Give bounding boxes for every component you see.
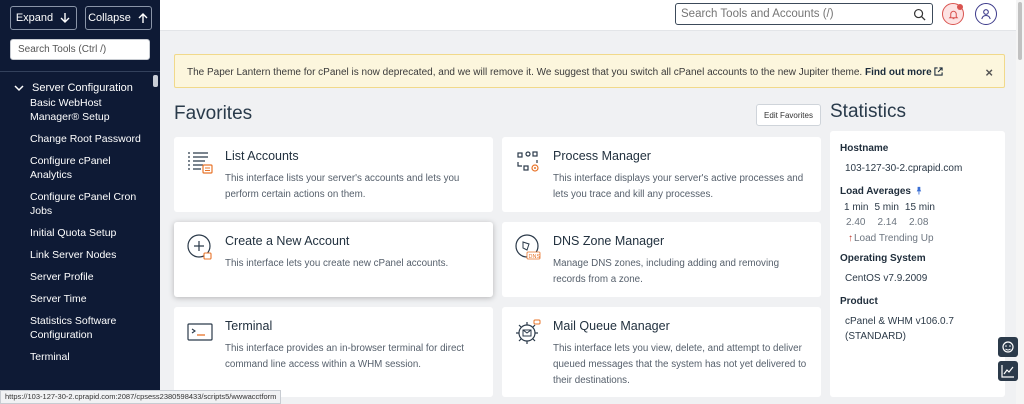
favorite-card-list-accounts[interactable]: List Accounts This interface lists your …	[174, 137, 493, 212]
support-icon	[1002, 341, 1014, 353]
os-value: CentOS v7.9.2009	[845, 273, 928, 284]
card-description: This interface lets you create new cPane…	[225, 258, 449, 269]
notifications-button[interactable]	[942, 3, 964, 25]
favorite-card-process-manager[interactable]: Process Manager This interface displays …	[502, 137, 821, 212]
card-title: DNS Zone Manager	[553, 234, 665, 248]
statistics-panel: Hostname 103-127-30-2.cprapid.com Load A…	[830, 131, 1005, 397]
sidebar-list: Server Configuration Basic WebHost Manag…	[0, 80, 152, 372]
bell-icon	[948, 10, 958, 19]
user-icon	[981, 9, 991, 20]
card-description: This interface lets you view, delete, an…	[553, 343, 807, 386]
banner-message: The Paper Lantern theme for cPanel is no…	[187, 67, 863, 78]
sidebar-item-configure-cpanel-analytics[interactable]: Configure cPanel Analytics	[0, 154, 152, 182]
load-values: 2.40 2.14 2.08	[846, 217, 928, 228]
sidebar-item-server-profile[interactable]: Server Profile	[0, 270, 152, 284]
load-value-5: 2.14	[877, 217, 897, 228]
sidebar-item-terminal[interactable]: Terminal	[0, 350, 152, 364]
card-title: Terminal	[225, 319, 273, 333]
collapse-button[interactable]: Collapse	[85, 6, 152, 30]
notification-dot	[957, 4, 963, 10]
external-link-icon	[934, 67, 943, 76]
top-search-input[interactable]	[676, 4, 906, 24]
hostname-label: Hostname	[840, 143, 889, 154]
top-bar	[160, 0, 1024, 31]
product-value: cPanel & WHM v106.0.7 (STANDARD)	[845, 316, 954, 342]
load-trend-text: Load Trending Up	[854, 233, 934, 244]
product-label: Product	[840, 296, 878, 307]
chevron-down-icon	[14, 85, 24, 92]
search-icon[interactable]	[913, 8, 926, 21]
arrow-up-icon: ↑	[848, 233, 853, 244]
main-scrollbar-thumb[interactable]	[1018, 2, 1022, 60]
list-accounts-icon	[188, 152, 213, 174]
sidebar-item-initial-quota-setup[interactable]: Initial Quota Setup	[0, 226, 152, 240]
sidebar-item-basic-webhost-setup[interactable]: Basic WebHost Manager® Setup	[0, 96, 152, 124]
sidebar-search-input[interactable]: Search Tools (Ctrl /)	[10, 39, 150, 60]
sidebar-search-placeholder: Search Tools (Ctrl /)	[18, 44, 107, 55]
arrow-up-icon	[138, 13, 148, 23]
load-value-1: 2.40	[846, 217, 866, 228]
sidebar-item-configure-cpanel-cron-jobs[interactable]: Configure cPanel Cron Jobs	[0, 190, 152, 218]
load-period-15: 15 min	[904, 202, 935, 213]
terminal-icon	[187, 323, 213, 341]
line-chart-icon	[1001, 365, 1014, 378]
os-label: Operating System	[840, 253, 926, 264]
card-title: Mail Queue Manager	[553, 319, 670, 333]
find-out-more-label: Find out more	[864, 67, 932, 78]
card-description: This interface provides an in-browser te…	[225, 343, 465, 370]
sidebar-item-change-root-password[interactable]: Change Root Password	[0, 132, 152, 146]
top-search-box	[675, 3, 933, 25]
banner-close-button[interactable]: ×	[985, 65, 993, 80]
card-title: Process Manager	[553, 149, 651, 163]
load-period-5: 5 min	[874, 202, 899, 213]
favorite-card-dns-zone-manager[interactable]: DNS DNS Zone Manager Manage DNS zones, i…	[502, 222, 821, 297]
expand-label: Expand	[15, 12, 54, 24]
load-value-15: 2.08	[908, 217, 929, 228]
favorite-card-terminal[interactable]: Terminal This interface provides an in-b…	[174, 307, 493, 397]
card-description: This interface lists your server's accou…	[225, 173, 460, 200]
sidebar-item-link-server-nodes[interactable]: Link Server Nodes	[0, 248, 152, 262]
find-out-more-link[interactable]: Find out more	[865, 67, 943, 78]
load-averages-text: Load Averages	[840, 186, 911, 197]
load-period-1: 1 min	[844, 202, 869, 213]
svg-text:DNS: DNS	[529, 254, 541, 260]
sidebar-section-label: Server Configuration	[32, 82, 133, 94]
sidebar-item-server-time[interactable]: Server Time	[0, 292, 152, 306]
hostname-value: 103-127-30-2.cprapid.com	[845, 163, 963, 174]
load-trend: ↑Load Trending Up	[848, 233, 934, 244]
card-title: List Accounts	[225, 149, 299, 163]
chat-support-button[interactable]	[998, 337, 1018, 357]
create-account-icon	[187, 234, 212, 260]
status-bar-url: https://103-127-30-2.cprapid.com:2087/cp…	[0, 390, 282, 404]
load-averages-label: Load Averages	[840, 186, 923, 197]
favorite-card-mail-queue-manager[interactable]: Mail Queue Manager This interface lets y…	[502, 307, 821, 397]
favorite-card-create-account[interactable]: Create a New Account This interface lets…	[174, 222, 493, 297]
analytics-button[interactable]	[998, 361, 1018, 381]
arrow-down-icon	[60, 13, 70, 23]
card-title: Create a New Account	[225, 234, 350, 248]
statistics-title: Statistics	[830, 101, 907, 122]
card-description: This interface displays your server's ac…	[553, 173, 804, 200]
sidebar-divider	[0, 71, 160, 72]
sidebar-button-row: Expand Collapse	[10, 6, 152, 30]
expand-button[interactable]: Expand	[10, 6, 77, 30]
card-description: Manage DNS zones, including adding and r…	[553, 258, 780, 285]
sidebar-scrollbar[interactable]	[153, 75, 158, 87]
favorites-title: Favorites	[174, 103, 253, 124]
pin-icon[interactable]	[914, 186, 923, 195]
user-menu-button[interactable]	[975, 3, 997, 25]
edit-favorites-button[interactable]: Edit Favorites	[756, 104, 821, 126]
deprecation-banner: The Paper Lantern theme for cPanel is no…	[174, 54, 1005, 88]
dns-zone-icon: DNS	[515, 234, 541, 260]
sidebar-item-statistics-software-configuration[interactable]: Statistics Software Configuration	[0, 314, 152, 342]
process-manager-icon	[517, 151, 539, 172]
sidebar-section-server-configuration[interactable]: Server Configuration	[0, 80, 152, 96]
load-periods: 1 min 5 min 15 min	[844, 202, 935, 213]
mail-queue-icon	[516, 319, 541, 344]
collapse-label: Collapse	[88, 12, 131, 24]
sidebar: Expand Collapse Search Tools (Ctrl /) Se…	[0, 0, 160, 404]
